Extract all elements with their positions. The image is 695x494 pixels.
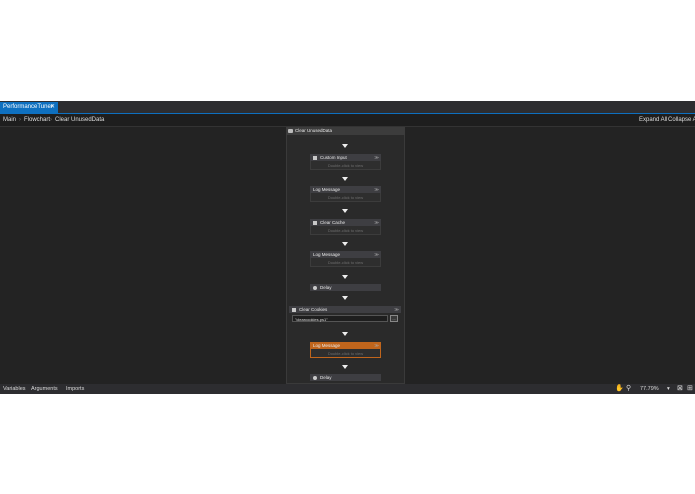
activity-log-message-selected[interactable]: Log Message ≫ Double-click to view	[310, 342, 381, 358]
tab-label: PerformanceTuner	[3, 104, 53, 110]
overview-icon[interactable]: ⊞	[687, 384, 693, 394]
script-row: "clearcookies.ps1" ...	[289, 313, 401, 324]
browse-button[interactable]: ...	[390, 315, 398, 322]
flow-arrow-icon	[342, 332, 348, 336]
designer-canvas[interactable]: Clear UnusedData Custom Input ≫ Double-cl…	[0, 127, 695, 384]
sequence-title: Clear UnusedData	[295, 128, 333, 133]
activity-header: Delay	[310, 284, 381, 291]
sequence-icon	[288, 128, 293, 133]
activity-clear-cache[interactable]: Clear Cache ≫ Double-click to view	[310, 219, 381, 235]
expand-all-button[interactable]: Expand All	[639, 114, 667, 126]
activity-header: Clear Cache ≫	[310, 219, 381, 226]
activity-title: Delay	[320, 285, 332, 290]
activity-log-message[interactable]: Log Message ≫ Double-click to view	[310, 186, 381, 202]
breadcrumb: Main › Flowchart › Clear UnusedData Expa…	[0, 114, 695, 127]
activity-title: Clear Cookies	[299, 307, 328, 312]
activity-title: Clear Cache	[320, 220, 346, 225]
activity-hint: Double-click to view	[310, 193, 381, 202]
imports-tab[interactable]: Imports	[66, 384, 84, 394]
flow-arrow-icon	[342, 296, 348, 300]
script-path-input[interactable]: "clearcookies.ps1"	[292, 315, 388, 322]
zoom-icon[interactable]: ⚲	[626, 384, 631, 394]
activity-title: Custom Input	[320, 155, 347, 160]
sequence-header[interactable]: Clear UnusedData	[286, 127, 405, 135]
collapse-icon[interactable]: ≫	[374, 219, 379, 226]
fit-to-screen-icon[interactable]: ⊠	[677, 384, 683, 394]
input-icon	[313, 155, 317, 160]
clock-icon	[313, 285, 317, 290]
status-bar: Variables Arguments Imports ✋ ⚲ 77.79% ▾…	[0, 384, 695, 394]
designer-window: PerformanceTuner ✕ Main › Flowchart › Cl…	[0, 101, 695, 394]
tab-performance-tuner[interactable]: PerformanceTuner ✕	[0, 102, 58, 113]
activity-clear-cookies[interactable]: Clear Cookies ≫ "clearcookies.ps1" ...	[289, 306, 401, 324]
activity-header: Log Message ≫	[310, 251, 381, 258]
collapse-all-button[interactable]: Collapse All	[668, 114, 695, 126]
activity-custom-input[interactable]: Custom Input ≫ Double-click to view	[310, 154, 381, 170]
activity-title: Log Message	[313, 343, 341, 348]
flow-arrow-icon	[342, 275, 348, 279]
activity-log-message[interactable]: Log Message ≫ Double-click to view	[310, 251, 381, 267]
activity-title: Delay	[320, 375, 332, 380]
breadcrumb-separator: ›	[50, 117, 52, 123]
collapse-icon[interactable]: ≫	[374, 342, 379, 349]
activity-delay[interactable]: Delay	[310, 284, 381, 291]
arguments-tab[interactable]: Arguments	[31, 384, 58, 394]
collapse-icon[interactable]: ≫	[394, 306, 399, 313]
close-icon[interactable]: ✕	[50, 102, 55, 113]
activity-header: Custom Input ≫	[310, 154, 381, 161]
activity-hint: Double-click to view	[310, 349, 381, 358]
breadcrumb-flowchart[interactable]: Flowchart	[24, 114, 50, 126]
chevron-down-icon[interactable]: ▾	[667, 384, 670, 394]
breadcrumb-current[interactable]: Clear UnusedData	[55, 114, 104, 126]
activity-header: Clear Cookies ≫	[289, 306, 401, 313]
activity-title: Log Message	[313, 187, 341, 192]
flow-arrow-icon	[342, 242, 348, 246]
activity-header: Log Message ≫	[310, 186, 381, 193]
collapse-icon[interactable]: ≫	[374, 154, 379, 161]
pan-icon[interactable]: ✋	[615, 384, 624, 394]
cache-icon	[313, 220, 317, 225]
collapse-icon[interactable]: ≫	[374, 251, 379, 258]
tab-bar: PerformanceTuner ✕	[0, 101, 695, 114]
activity-header: Delay	[310, 374, 381, 381]
breadcrumb-separator: ›	[19, 117, 21, 123]
activity-title: Log Message	[313, 252, 341, 257]
activity-hint: Double-click to view	[310, 258, 381, 267]
flow-arrow-icon	[342, 177, 348, 181]
cookies-icon	[292, 307, 296, 312]
activity-hint: Double-click to view	[310, 226, 381, 235]
activity-hint: Double-click to view	[310, 161, 381, 170]
flow-arrow-icon	[342, 365, 348, 369]
variables-tab[interactable]: Variables	[3, 384, 26, 394]
activity-header: Log Message ≫	[310, 342, 381, 349]
zoom-level[interactable]: 77.79%	[640, 384, 659, 394]
breadcrumb-main[interactable]: Main	[3, 114, 16, 126]
activity-delay[interactable]: Delay	[310, 374, 381, 381]
flow-arrow-icon	[342, 209, 348, 213]
flow-arrow-icon	[342, 144, 348, 148]
collapse-icon[interactable]: ≫	[374, 186, 379, 193]
clock-icon	[313, 375, 317, 380]
